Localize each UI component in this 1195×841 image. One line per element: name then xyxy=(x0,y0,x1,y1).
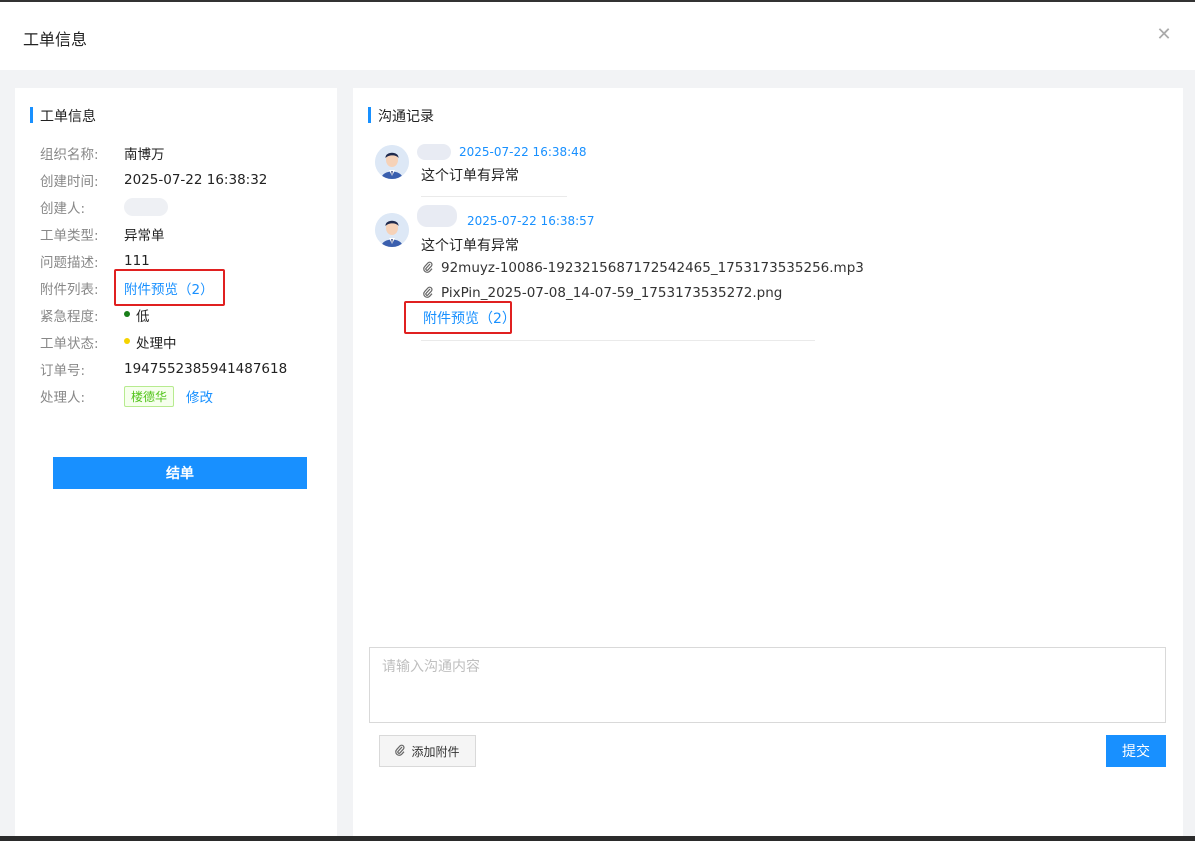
message-input[interactable]: 请输入沟通内容 xyxy=(369,647,1166,723)
paperclip-icon xyxy=(423,261,435,276)
creator-name-redacted xyxy=(124,198,168,216)
info-value: 111 xyxy=(124,253,150,269)
close-icon[interactable]: ✕ xyxy=(1155,26,1173,44)
info-label: 工单状态: xyxy=(40,336,99,352)
modal-title: 工单信息 xyxy=(23,30,88,49)
info-value: 处理中 xyxy=(136,336,177,352)
message-text: 这个订单有异常 xyxy=(421,238,519,254)
info-row-handler: 处理人: 楼德华 修改 xyxy=(40,385,213,407)
order-info-title: 工单信息 xyxy=(30,106,96,126)
work-order-modal: 工单信息 ✕ 工单信息 组织名称: 南博万 创建时间: 2025-07-22 1… xyxy=(0,0,1195,840)
info-label: 附件列表: xyxy=(40,282,99,298)
communication-panel: 沟通记录 2025-07-22 16:38:48 这个订单有异常 2025-07… xyxy=(353,88,1183,840)
user-avatar-icon xyxy=(375,145,409,179)
info-value: 南博万 xyxy=(124,147,165,163)
sender-name-redacted xyxy=(417,144,451,160)
paperclip-icon xyxy=(423,286,435,301)
info-label: 工单类型: xyxy=(40,228,99,244)
info-label: 创建人: xyxy=(40,201,86,217)
sender-name-redacted xyxy=(417,205,457,227)
add-attachment-button[interactable]: 添加附件 xyxy=(379,735,476,767)
highlight-box xyxy=(114,269,225,306)
message-time: 2025-07-22 16:38:48 xyxy=(459,145,587,159)
close-order-button[interactable]: 结单 xyxy=(53,457,307,489)
communication-title: 沟通记录 xyxy=(368,106,434,126)
user-avatar-icon xyxy=(375,213,409,247)
attachment-filename: PixPin_2025-07-08_14-07-59_1753173535272… xyxy=(441,285,783,301)
info-value: 2025-07-22 16:38:32 xyxy=(124,172,268,188)
info-row-status: 工单状态: 处理中 xyxy=(40,332,177,352)
modal-header: 工单信息 ✕ xyxy=(0,2,1195,70)
info-label: 紧急程度: xyxy=(40,309,99,325)
message-header: 2025-07-22 16:38:57 xyxy=(417,205,595,228)
info-value: 异常单 xyxy=(124,228,165,244)
info-row-creator: 创建人: xyxy=(40,197,168,217)
attachment-filename: 92muyz-10086-1923215687172542465_1753173… xyxy=(441,260,864,276)
info-row-type: 工单类型: 异常单 xyxy=(40,224,165,244)
highlight-box xyxy=(404,301,512,334)
message-item: 2025-07-22 16:38:48 这个订单有异常 xyxy=(375,144,815,185)
modify-handler-link[interactable]: 修改 xyxy=(186,386,213,406)
message-text: 这个订单有异常 xyxy=(421,168,519,184)
handler-tag: 楼德华 xyxy=(124,385,175,407)
info-row-created-time: 创建时间: 2025-07-22 16:38:32 xyxy=(40,170,267,190)
attachment-item[interactable]: PixPin_2025-07-08_14-07-59_1753173535272… xyxy=(423,285,782,301)
message-time: 2025-07-22 16:38:57 xyxy=(467,214,595,228)
info-label: 问题描述: xyxy=(40,255,99,271)
order-info-panel: 工单信息 组织名称: 南博万 创建时间: 2025-07-22 16:38:32… xyxy=(15,88,337,840)
info-row-org: 组织名称: 南博万 xyxy=(40,143,165,163)
add-attachment-label: 添加附件 xyxy=(411,744,460,759)
info-label: 创建时间: xyxy=(40,174,99,190)
info-row-urgency: 紧急程度: 低 xyxy=(40,305,150,325)
info-row-description: 问题描述: 111 xyxy=(40,251,150,271)
status-dot-icon xyxy=(124,338,130,344)
message-divider xyxy=(421,196,567,197)
info-value: 低 xyxy=(136,309,150,325)
info-label: 组织名称: xyxy=(40,147,99,163)
info-label: 订单号: xyxy=(40,363,86,379)
info-value: 1947552385941487618 xyxy=(124,361,288,377)
submit-button[interactable]: 提交 xyxy=(1106,735,1166,767)
info-label: 处理人: xyxy=(40,390,86,406)
message-divider xyxy=(421,340,815,341)
attachment-item[interactable]: 92muyz-10086-1923215687172542465_1753173… xyxy=(423,260,864,276)
message-header: 2025-07-22 16:38:48 xyxy=(417,144,586,160)
bottom-bar xyxy=(0,836,1195,841)
paperclip-icon xyxy=(395,744,407,759)
urgency-dot-icon xyxy=(124,311,130,317)
info-row-order-number: 订单号: 1947552385941487618 xyxy=(40,359,287,379)
